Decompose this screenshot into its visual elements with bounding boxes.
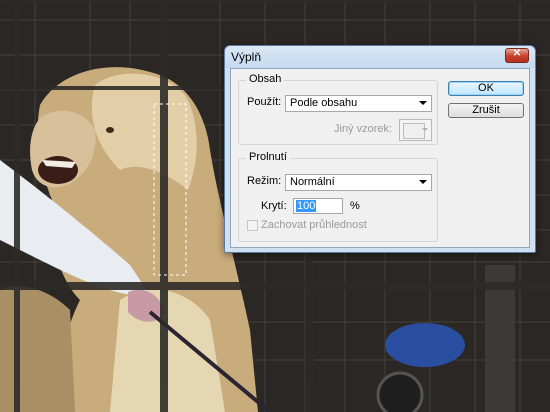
dialog-title: Výplň	[231, 50, 262, 64]
mode-select[interactable]: Normální	[285, 174, 432, 191]
use-label: Použít:	[247, 96, 282, 108]
mode-select-value: Normální	[290, 176, 335, 188]
cancel-button[interactable]: Zrušit	[448, 103, 524, 118]
mode-label: Režim:	[247, 175, 282, 187]
opacity-unit: %	[350, 200, 360, 212]
chevron-down-icon	[419, 101, 427, 105]
dialog-titlebar[interactable]: Výplň	[225, 46, 535, 68]
opacity-label: Krytí:	[261, 200, 287, 212]
blending-group: Prolnutí Režim: Normální Krytí: 100 % Za…	[238, 151, 438, 242]
blending-group-label: Prolnutí	[246, 151, 290, 163]
opacity-value: 100	[296, 200, 317, 212]
pattern-swatch	[403, 123, 425, 139]
dialog-client-area: Obsah Použít: Podle obsahu Jiný vzorek: …	[230, 68, 530, 248]
use-select[interactable]: Podle obsahu	[285, 95, 432, 112]
opacity-input[interactable]: 100	[293, 198, 343, 214]
chevron-down-icon	[422, 128, 428, 131]
preserve-transparency-checkbox[interactable]	[247, 220, 258, 231]
custom-pattern-label: Jiný vzorek:	[334, 123, 393, 135]
ok-button[interactable]: OK	[448, 81, 524, 96]
preserve-transparency-label: Zachovat průhlednost	[261, 219, 367, 231]
use-select-value: Podle obsahu	[290, 97, 358, 109]
fill-dialog: Výplň Obsah Použít: Podle obsahu Jiný vz…	[224, 45, 536, 253]
chevron-down-icon	[419, 180, 427, 184]
contents-group: Obsah Použít: Podle obsahu Jiný vzorek:	[238, 73, 438, 145]
close-button[interactable]	[505, 48, 529, 63]
contents-group-label: Obsah	[246, 73, 285, 85]
custom-pattern-picker[interactable]	[399, 119, 432, 141]
